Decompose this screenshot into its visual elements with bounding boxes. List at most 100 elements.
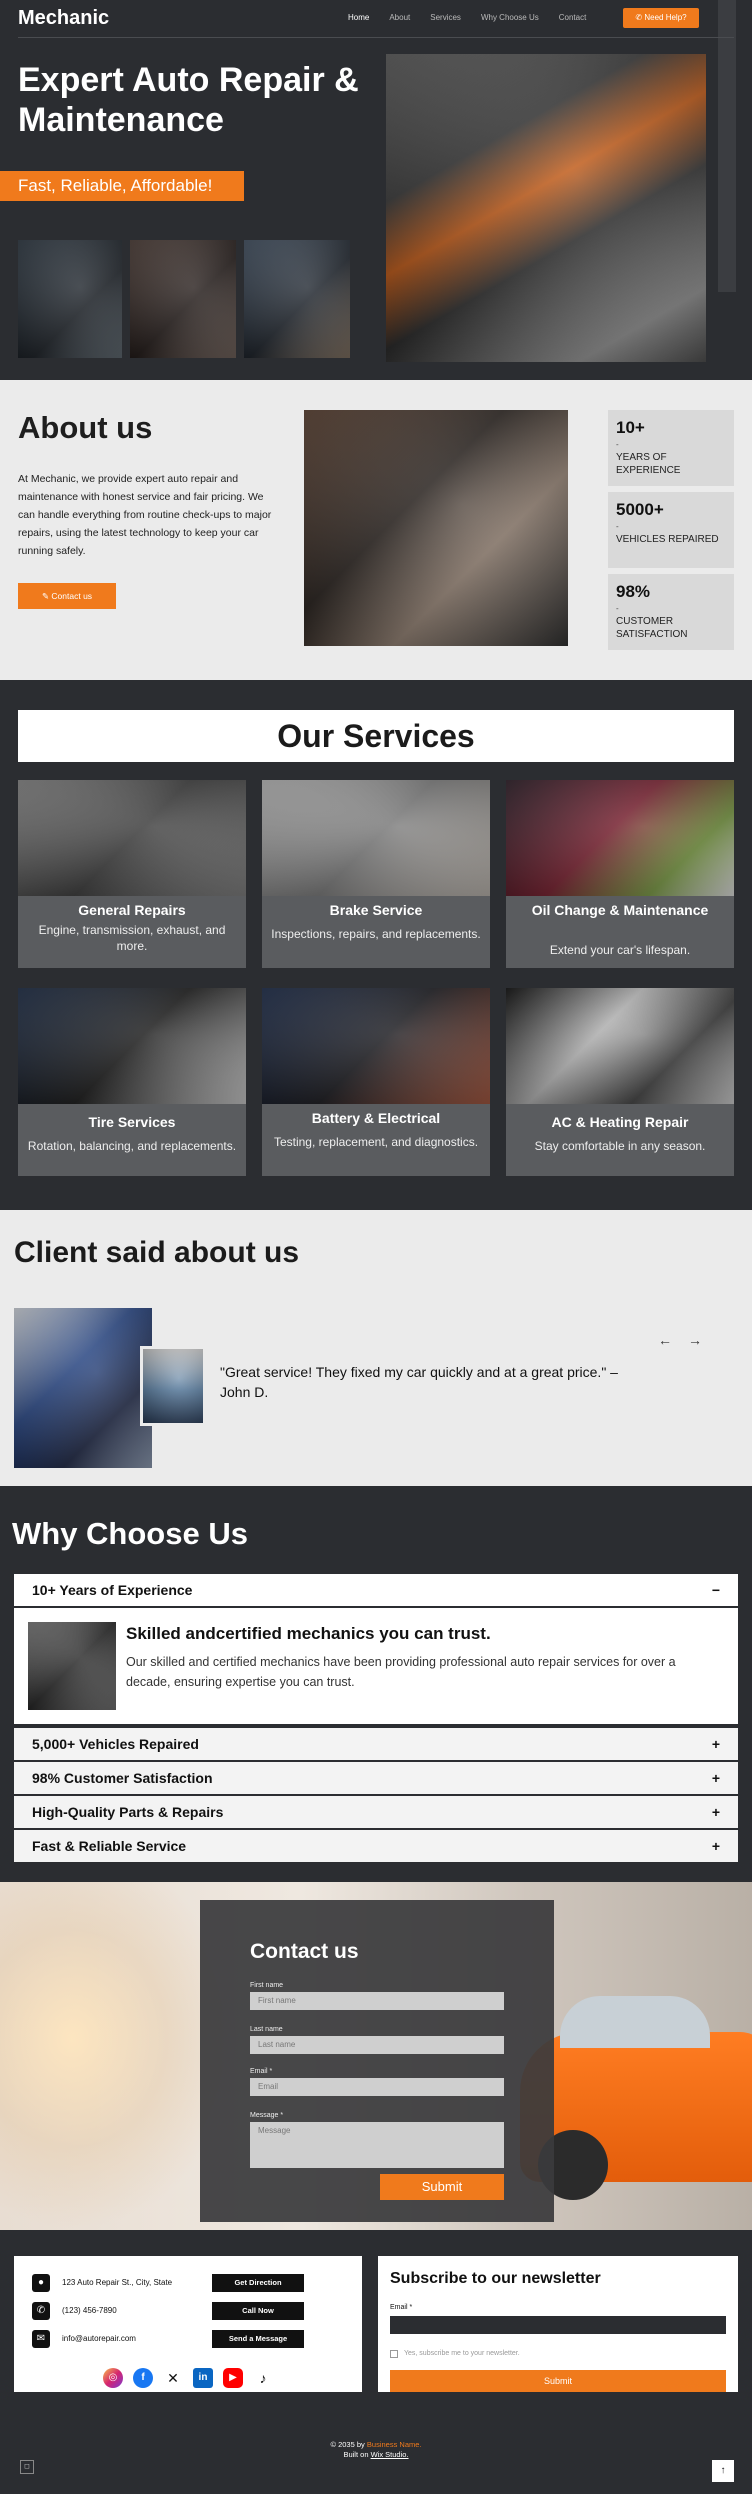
get-direction-button[interactable]: Get Direction	[212, 2274, 304, 2292]
stat-label: YEARS OF EXPERIENCE	[616, 452, 681, 476]
plus-icon: +	[711, 1804, 720, 1820]
service-title: Brake Service	[329, 902, 423, 918]
accordion-item: 5,000+ Vehicles Repaired +	[14, 1728, 738, 1762]
plus-icon: +	[711, 1770, 720, 1786]
accordion-header[interactable]: High-Quality Parts & Repairs +	[14, 1796, 738, 1828]
service-desc: Inspections, repairs, and replacements.	[271, 927, 481, 941]
newsletter-email-label: Email *	[390, 2304, 413, 2311]
newsletter-panel: Subscribe to our newsletter Email * Yes,…	[378, 2256, 738, 2392]
nav-about[interactable]: About	[389, 13, 410, 22]
minus-icon: −	[711, 1582, 720, 1598]
service-card[interactable]: AC & Heating Repair Stay comfortable in …	[506, 988, 734, 1176]
pencil-icon: ✎	[41, 591, 52, 601]
client-avatar	[140, 1346, 206, 1426]
arrow-right-icon[interactable]: →	[688, 1332, 702, 1348]
instagram-icon[interactable]: ◎	[103, 2368, 123, 2388]
stat-dash: -	[616, 522, 619, 531]
contact-us-button[interactable]: ✎ Contact us	[18, 583, 116, 609]
tiktok-icon[interactable]: ♪	[253, 2368, 273, 2388]
facebook-icon[interactable]: f	[133, 2368, 153, 2388]
first-name-label: First name	[250, 1982, 284, 1989]
decorative-bar	[718, 0, 736, 292]
accordion-title: Fast & Reliable Service	[32, 1838, 187, 1854]
stat-dash: -	[616, 440, 619, 449]
newsletter-submit-button[interactable]: Submit	[390, 2370, 726, 2392]
service-desc: Rotation, balancing, and replacements.	[27, 1139, 237, 1153]
accordion-image	[28, 1622, 116, 1710]
testimonials-section: Client said about us "Great service! The…	[0, 1210, 752, 1486]
send-message-button[interactable]: Send a Message	[212, 2330, 304, 2348]
social-links: ◎ f ✕ in ▶ ♪	[14, 2362, 362, 2392]
services-title: Our Services	[18, 710, 734, 762]
stat-label: CUSTOMER SATISFACTION	[616, 616, 688, 640]
accordion-content: Skilled andcertified mechanics you can t…	[14, 1606, 738, 1724]
x-icon[interactable]: ✕	[163, 2368, 183, 2388]
accordion-item: 10+ Years of Experience − Skilled andcer…	[14, 1574, 738, 1726]
hero-thumb-3	[244, 240, 350, 358]
need-help-label: Need Help?	[644, 13, 687, 22]
arrow-left-icon[interactable]: ←	[658, 1332, 672, 1348]
service-card[interactable]: Battery & Electrical Testing, replacemen…	[262, 988, 490, 1176]
orange-car-image	[520, 1996, 752, 2200]
service-card[interactable]: Oil Change & Maintenance Extend your car…	[506, 780, 734, 968]
nav-contact[interactable]: Contact	[559, 13, 587, 22]
about-text: At Mechanic, we provide expert auto repa…	[18, 473, 272, 557]
stat-number: 5000+	[616, 500, 664, 519]
business-name-link[interactable]: Business Name.	[367, 2440, 422, 2449]
message-label: Message *	[250, 2112, 284, 2119]
plus-icon: +	[711, 1838, 720, 1854]
site-logo[interactable]: Mechanic	[18, 7, 109, 30]
accessibility-icon[interactable]: ◻	[20, 2460, 34, 2474]
built-prefix: Built on	[343, 2450, 369, 2459]
message-textarea[interactable]: Message	[250, 2122, 504, 2168]
built-on-line: Built on Wix Studio.	[0, 2450, 752, 2459]
address-text: 123 Auto Repair St., City, State	[62, 2278, 173, 2287]
service-card[interactable]: Tire Services Rotation, balancing, and r…	[18, 988, 246, 1176]
newsletter-checkbox[interactable]	[390, 2350, 398, 2358]
contact-submit-button[interactable]: Submit	[380, 2174, 504, 2200]
stat-dash: -	[616, 604, 619, 613]
accordion-header[interactable]: 10+ Years of Experience −	[14, 1574, 738, 1606]
nav-why-choose-us[interactable]: Why Choose Us	[481, 13, 539, 22]
nav-services[interactable]: Services	[430, 13, 461, 22]
first-name-input[interactable]: First name	[250, 1992, 504, 2010]
accordion-title: High-Quality Parts & Repairs	[32, 1804, 224, 1820]
newsletter-email-input[interactable]	[390, 2316, 726, 2334]
stat-label: VEHICLES REPAIRED	[616, 534, 719, 545]
plus-icon: +	[711, 1736, 720, 1752]
service-desc: Stay comfortable in any season.	[534, 1139, 706, 1153]
stat-number: 98%	[616, 582, 651, 601]
accordion-text: Our skilled and certified mechanics have…	[126, 1655, 676, 1689]
hero-thumb-1	[18, 240, 122, 358]
accordion-heading: Skilled andcertified mechanics you can t…	[126, 1624, 491, 1643]
stat-years: 10+ - YEARS OF EXPERIENCE	[608, 410, 734, 486]
contact-title: Contact us	[250, 1940, 359, 1963]
accordion-title: 98% Customer Satisfaction	[32, 1770, 213, 1786]
youtube-icon[interactable]: ▶	[223, 2368, 243, 2388]
email-input[interactable]: Email	[250, 2078, 504, 2096]
last-name-label: Last name	[250, 2026, 283, 2033]
copyright-prefix: © 2035 by	[330, 2440, 365, 2449]
scroll-to-top-icon[interactable]: ↑	[712, 2460, 734, 2482]
service-image	[506, 780, 734, 896]
phone-text: (123) 456-7890	[62, 2306, 117, 2315]
accordion-header[interactable]: Fast & Reliable Service +	[14, 1830, 738, 1862]
service-card[interactable]: Brake Service Inspections, repairs, and …	[262, 780, 490, 968]
phone-icon: ✆	[32, 2302, 50, 2320]
stat-vehicles: 5000+ - VEHICLES REPAIRED	[608, 492, 734, 568]
email-label: Email *	[250, 2068, 273, 2075]
newsletter-title: Subscribe to our newsletter	[390, 2270, 601, 2287]
linkedin-icon[interactable]: in	[193, 2368, 213, 2388]
about-image	[304, 410, 568, 646]
accordion-header[interactable]: 98% Customer Satisfaction +	[14, 1762, 738, 1794]
service-card[interactable]: General Repairs Engine, transmission, ex…	[18, 780, 246, 968]
call-now-button[interactable]: Call Now	[212, 2302, 304, 2320]
contact-form: Contact us First name First name Last na…	[200, 1900, 554, 2222]
wix-studio-link[interactable]: Wix Studio.	[371, 2450, 409, 2459]
accordion-header[interactable]: 5,000+ Vehicles Repaired +	[14, 1728, 738, 1760]
nav-home[interactable]: Home	[348, 13, 369, 22]
need-help-button[interactable]: ✆ Need Help?	[623, 8, 699, 28]
accordion-item: High-Quality Parts & Repairs +	[14, 1796, 738, 1830]
testimonial-car-image	[14, 1308, 152, 1468]
last-name-input[interactable]: Last name	[250, 2036, 504, 2054]
